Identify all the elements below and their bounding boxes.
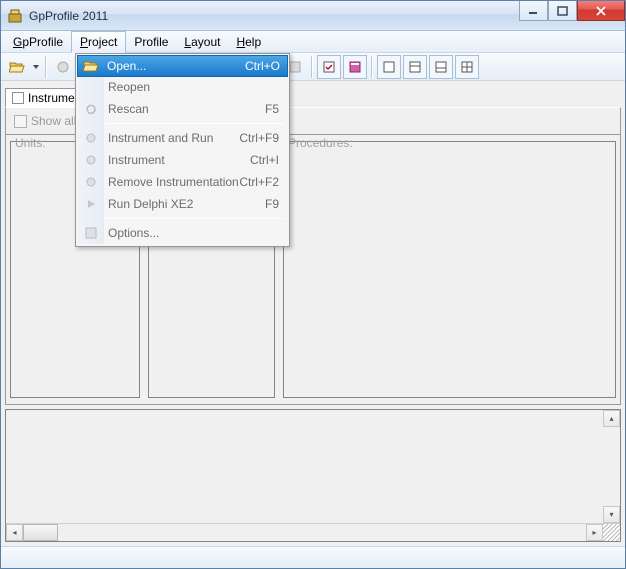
vertical-scrollbar[interactable]: ▴ ▾ [603,410,620,523]
menu-separator [106,218,285,219]
source-panel: ▴ ▾ ◂ ▸ [5,409,621,542]
gear-run-icon [82,129,100,147]
gear-remove-icon [82,173,100,191]
menu-separator [106,123,285,124]
menu-instrument: Instrument Ctrl+I [78,149,287,171]
tb-layout-hbot-button[interactable] [429,55,453,79]
tb-open-dropdown[interactable] [31,63,41,71]
scroll-left-button[interactable]: ◂ [6,524,23,541]
play-icon [82,195,100,213]
maximize-button[interactable] [548,1,577,21]
folder-open-icon [82,57,100,75]
menu-run-delphi: Run Delphi XE2 F9 [78,193,287,215]
units-label: Units: [15,136,46,150]
app-icon [7,8,23,24]
toolbar-separator [311,56,313,78]
source-text-area[interactable]: ▴ ▾ [6,410,620,524]
menubar: GpProfile Project Profile Layout Help [1,31,625,53]
menu-open[interactable]: Open... Ctrl+O [77,55,288,77]
procedures-panel: Procedures: [283,141,616,398]
toolbar-separator [45,56,47,78]
project-menu-dropdown: Open... Ctrl+O Reopen Rescan F5 Instrume… [75,53,290,247]
tab-checkbox-icon [12,92,24,104]
menu-profile[interactable]: Profile [126,31,176,52]
tb-layout-grid-button[interactable] [455,55,479,79]
tb-help-book-button[interactable] [343,55,367,79]
menu-layout[interactable]: Layout [176,31,228,52]
statusbar [1,546,625,568]
scroll-up-button[interactable]: ▴ [603,410,620,427]
tb-open-button[interactable] [5,55,29,79]
close-button[interactable] [577,1,625,21]
gear-icon [82,151,100,169]
toolbar-separator [371,56,373,78]
tb-instrument-run-button[interactable] [51,55,75,79]
horizontal-scrollbar[interactable]: ◂ ▸ [6,524,603,541]
tb-layout-htop-button[interactable] [403,55,427,79]
tb-checkbox-button[interactable] [317,55,341,79]
app-window: GpProfile 2011 GpProfile Project Profile… [0,0,626,569]
scroll-thumb[interactable] [23,524,58,541]
menu-reopen: Reopen [78,76,287,98]
procedures-label: Procedures: [288,136,353,150]
minimize-button[interactable] [519,1,548,21]
menu-project[interactable]: Project [71,31,126,53]
menu-remove-instrumentation: Remove Instrumentation Ctrl+F2 [78,171,287,193]
scroll-right-button[interactable]: ▸ [586,524,603,541]
menu-rescan: Rescan F5 [78,98,287,120]
menu-help[interactable]: Help [228,31,269,52]
size-grip[interactable] [603,524,620,541]
titlebar[interactable]: GpProfile 2011 [1,1,625,31]
scroll-down-button[interactable]: ▾ [603,506,620,523]
options-icon [82,224,100,242]
tb-layout-single-button[interactable] [377,55,401,79]
menu-gpprofile[interactable]: GpProfile [5,31,71,52]
menu-instrument-and-run: Instrument and Run Ctrl+F9 [78,127,287,149]
menu-options: Options... [78,222,287,244]
refresh-icon [82,100,100,118]
